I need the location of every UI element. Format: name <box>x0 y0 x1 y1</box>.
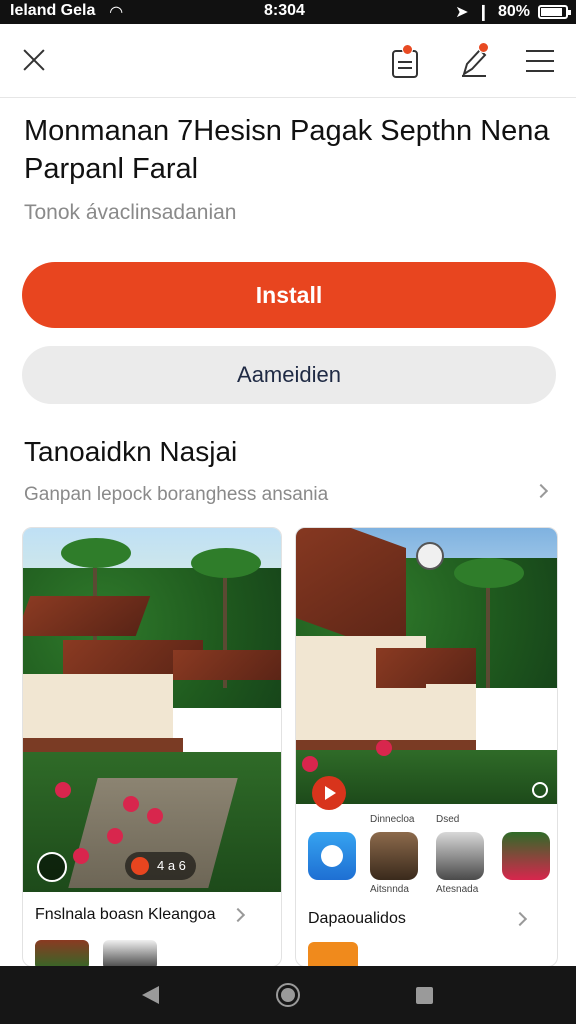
screenshot-image <box>23 528 281 892</box>
home-icon <box>131 857 149 875</box>
app-icon[interactable] <box>436 832 484 880</box>
wifi-icon: ◠ <box>110 4 123 21</box>
app-icon[interactable] <box>370 832 418 880</box>
app-label: Aitsnnda <box>370 884 409 895</box>
section-link[interactable]: Ganpan lepock boranghess ansania <box>24 483 552 512</box>
chevron-right-icon <box>533 483 549 499</box>
chevron-right-icon <box>230 907 246 923</box>
battery-icon <box>538 5 571 19</box>
screenshot-card[interactable]: Dinnecloa Dsed Aitsnnda Atesnada Dapaoua… <box>295 527 558 967</box>
screenshot-card[interactable]: 4 a 6 Fnslnala boasn Kleangoa <box>22 527 282 967</box>
app-icon[interactable] <box>502 832 550 880</box>
install-button[interactable]: Install <box>22 262 556 328</box>
secondary-button[interactable]: Aameidien <box>22 346 556 404</box>
location-arrow-icon: ➤ <box>455 4 469 21</box>
app-row-label: Dsed <box>436 814 460 825</box>
back-icon[interactable] <box>142 986 159 1004</box>
battery-percent: 80% <box>497 3 530 20</box>
media-chip[interactable]: 4 a 6 <box>125 852 196 880</box>
clipboard-icon[interactable] <box>390 44 422 78</box>
card-caption: Fnslnala boasn Kleangoa <box>35 906 216 923</box>
thumbnail[interactable] <box>35 940 89 966</box>
carrier-label: Ieland Gela <box>10 2 96 19</box>
card-caption: Dapaoualidos <box>308 910 406 927</box>
status-bar: Ieland Gela ◠ 8:304 ➤ ❙ 80% <box>0 0 576 24</box>
app-title: Monmanan 7Hesisn Pagak Septhn Nena Parpa… <box>24 115 550 185</box>
section-title: Tanoaidkn Nasjai <box>24 436 238 467</box>
menu-icon[interactable] <box>526 50 554 72</box>
app-icon[interactable] <box>308 832 356 880</box>
navigation-bar <box>0 966 576 1024</box>
chevron-right-icon <box>512 911 528 927</box>
close-icon[interactable] <box>20 46 48 74</box>
notification-dot <box>402 44 413 55</box>
app-bar <box>0 24 576 98</box>
media-chip-label: 4 a 6 <box>157 858 186 873</box>
pen-icon[interactable] <box>458 42 490 78</box>
app-label: Atesnada <box>436 884 479 895</box>
play-icon[interactable] <box>312 776 346 810</box>
status-time: 8:304 <box>264 2 305 19</box>
app-row-label: Dinnecloa <box>370 814 415 825</box>
thumbnail[interactable] <box>103 940 157 966</box>
avatar[interactable] <box>416 542 444 570</box>
fullscreen-icon[interactable] <box>532 782 548 798</box>
notification-dot <box>478 42 489 53</box>
section-description: Ganpan lepock boranghess ansania <box>24 484 329 505</box>
app-subtitle: Tonok ávaclinsadanian <box>24 201 237 224</box>
thumbnail[interactable] <box>308 942 358 966</box>
home-icon[interactable] <box>276 983 300 1007</box>
camera-icon[interactable] <box>37 852 67 882</box>
signal-icon: ❙ <box>476 4 490 21</box>
recents-icon[interactable] <box>416 987 433 1004</box>
